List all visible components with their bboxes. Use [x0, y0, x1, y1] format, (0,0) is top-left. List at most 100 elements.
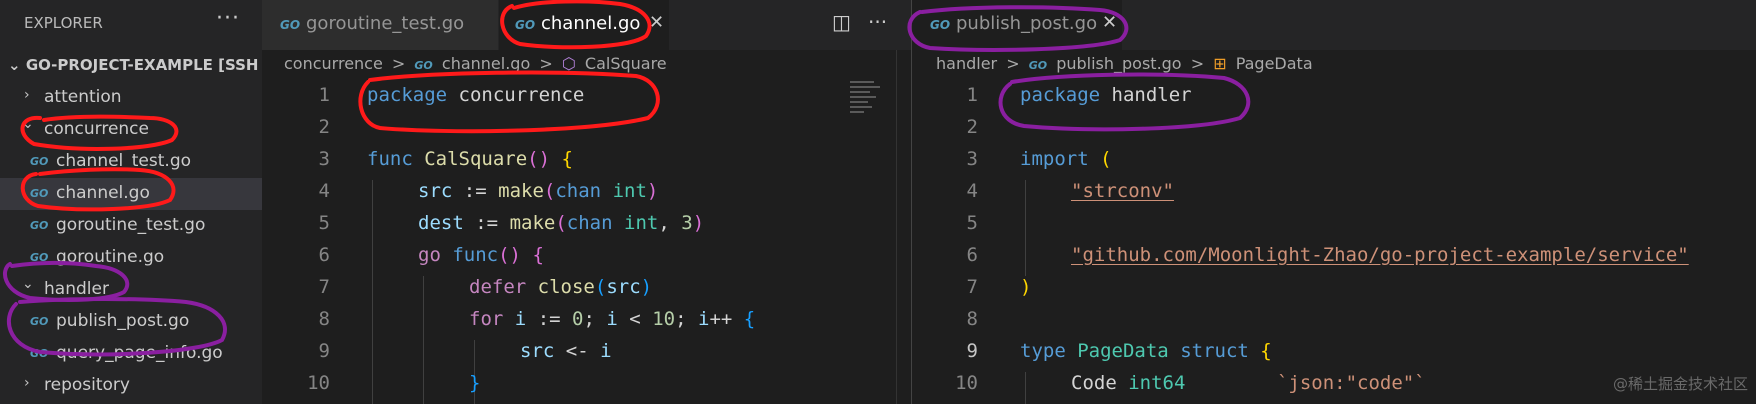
semicolon: ;	[583, 308, 595, 330]
breadcrumb-symbol[interactable]: CalSquare	[585, 54, 667, 73]
brace: {	[1260, 340, 1272, 362]
tree-file-channel[interactable]: GO channel.go	[0, 178, 262, 210]
more-actions-icon[interactable]: ···	[868, 10, 887, 34]
chevron-right-icon: >	[1006, 54, 1020, 73]
package-name: handler	[1111, 84, 1192, 106]
chevron-down-icon: ⌄	[22, 116, 34, 132]
more-actions-icon[interactable]: ···	[216, 6, 240, 31]
line-number: 9	[318, 340, 330, 362]
number: 10	[652, 308, 676, 330]
tree-folder-repository[interactable]: › repository	[0, 370, 262, 402]
line-number: 6	[966, 244, 978, 266]
indent-guide	[1025, 372, 1026, 404]
code-line: package concurrence	[367, 84, 584, 116]
line-number: 5	[318, 212, 330, 234]
keyword: import	[1020, 148, 1089, 170]
tree-file-goroutine[interactable]: GO goroutine.go	[0, 242, 262, 274]
go-file-icon: GO	[30, 155, 49, 168]
code-line: }	[469, 372, 480, 404]
tree-file-query-page-info[interactable]: GO query_page_info.go	[0, 338, 262, 370]
close-icon[interactable]: ✕	[649, 12, 664, 33]
keyword: func	[452, 244, 499, 266]
line-number: 10	[307, 372, 330, 394]
keyword: package	[367, 84, 448, 106]
editor-split-divider[interactable]	[911, 0, 912, 404]
tab-channel[interactable]: GO channel.go ✕	[499, 0, 669, 50]
breadcrumb-folder[interactable]: handler	[936, 54, 997, 73]
code-line: import (	[1020, 148, 1112, 180]
go-file-icon: GO	[930, 18, 951, 32]
tree-item-label: concurrence	[44, 119, 149, 139]
variable: src	[520, 340, 555, 362]
variable: src	[606, 276, 641, 298]
annotation-overlay	[3, 0, 1251, 357]
tree-item-label: handler	[44, 279, 109, 299]
builtin: close	[537, 276, 595, 298]
symbol-struct-icon: ⬡	[561, 54, 576, 73]
breadcrumb-file[interactable]: channel.go	[442, 54, 530, 73]
tab-label: goroutine_test.go	[306, 13, 465, 34]
tree-folder-concurrence[interactable]: ⌄ concurrence	[0, 114, 262, 146]
breadcrumb-folder[interactable]: concurrence	[284, 54, 383, 73]
line-number: 7	[318, 276, 330, 298]
field-name: Code	[1071, 372, 1117, 394]
chevron-right-icon: >	[539, 54, 553, 73]
variable: i	[514, 308, 527, 330]
tab-label: channel.go	[541, 13, 641, 34]
tree-folder-attention[interactable]: › attention	[0, 82, 262, 114]
watermark: @稀土掘金技术社区	[1612, 375, 1748, 393]
chevron-down-icon: ⌄	[8, 56, 21, 74]
right-tab-bar: GO publish_post.go ✕	[912, 0, 1756, 50]
line-number: 8	[966, 308, 978, 330]
number: 3	[681, 212, 693, 234]
line-number: 1	[966, 84, 978, 106]
tree-file-goroutine-test[interactable]: GO goroutine_test.go	[0, 210, 262, 242]
variable: i	[606, 308, 618, 330]
brace: {	[561, 148, 573, 170]
go-file-icon: GO	[30, 347, 49, 360]
code-line: defer close(src)	[469, 276, 652, 308]
paren: )	[692, 212, 705, 234]
go-file-icon: GO	[280, 18, 301, 32]
line-number: 3	[318, 148, 330, 170]
close-icon[interactable]: ✕	[1102, 12, 1117, 33]
scrollbar[interactable]	[896, 50, 911, 404]
builtin: make	[509, 212, 556, 234]
package-name: concurrence	[458, 84, 585, 106]
paren: )	[1020, 276, 1032, 298]
variable: dest	[418, 212, 464, 234]
brace: {	[743, 308, 756, 330]
comma: ,	[658, 212, 670, 234]
go-file-icon: GO	[30, 219, 49, 232]
tree-folder-handler[interactable]: ⌄ handler	[0, 274, 262, 306]
tab-goroutine-test[interactable]: GO goroutine_test.go	[262, 0, 498, 50]
chevron-right-icon: >	[1190, 54, 1205, 73]
code-line: "strconv"	[1071, 180, 1174, 212]
paren: )	[646, 180, 659, 202]
operator: :=	[463, 180, 487, 202]
chevron-right-icon: >	[391, 54, 406, 73]
chevron-right-icon: ›	[24, 87, 30, 103]
variable: i	[698, 308, 710, 330]
split-editor-icon[interactable]: ◫	[832, 10, 851, 34]
breadcrumb: handler > GO publish_post.go > ⊞ PageDat…	[936, 54, 1317, 73]
tree-item-label: goroutine.go	[56, 247, 165, 267]
chevron-right-icon: ›	[24, 375, 30, 391]
line-number: 2	[966, 116, 978, 138]
line-number: 2	[318, 116, 330, 138]
keyword: func	[367, 148, 413, 170]
tab-publish-post[interactable]: GO publish_post.go ✕	[912, 0, 1122, 50]
tree-file-publish-post[interactable]: GO publish_post.go	[0, 306, 262, 338]
indent-guide	[372, 180, 373, 404]
type: int	[612, 180, 647, 202]
explorer-sidebar: EXPLORER ··· ⌄ GO-PROJECT-EXAMPLE [SSH: …	[0, 0, 262, 404]
line-number: 5	[966, 212, 978, 234]
tree-item-label: attention	[44, 87, 122, 107]
tree-file-channel-test[interactable]: GO channel_test.go	[0, 146, 262, 178]
minimap[interactable]	[850, 78, 892, 138]
type: int64	[1128, 372, 1186, 394]
breadcrumb-file[interactable]: publish_post.go	[1056, 54, 1181, 73]
project-root[interactable]: ⌄ GO-PROJECT-EXAMPLE [SSH: ...	[8, 56, 258, 74]
line-number: 1	[318, 84, 330, 106]
breadcrumb-symbol[interactable]: PageData	[1236, 54, 1313, 73]
